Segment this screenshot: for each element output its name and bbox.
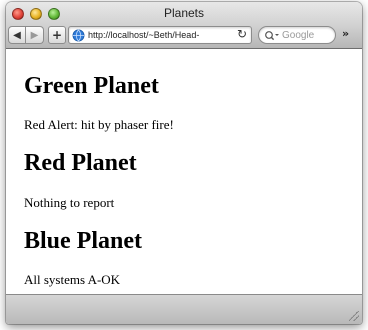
heading-blue-planet: Blue Planet — [24, 228, 142, 254]
reload-icon[interactable]: ↻ — [237, 27, 247, 41]
page-content: Green Planet Red Alert: hit by phaser fi… — [6, 50, 362, 294]
window-title: Planets — [163, 6, 205, 20]
search-icon — [265, 30, 279, 40]
globe-icon — [72, 29, 85, 41]
resize-grip-icon[interactable] — [349, 311, 359, 321]
search-field[interactable]: Google — [258, 26, 336, 44]
status-bar — [6, 294, 362, 324]
heading-green-planet: Green Planet — [24, 73, 159, 99]
browser-window: Planets ◀ ▶ + http://localhost/~Beth/Hea… — [6, 2, 362, 324]
text-blue-planet: All systems A-OK — [24, 272, 121, 287]
heading-red-planet: Red Planet — [24, 150, 137, 176]
forward-button[interactable]: ▶ — [26, 26, 44, 44]
add-bookmark-button[interactable]: + — [48, 26, 66, 44]
text-green-planet: Red Alert: hit by phaser fire! — [24, 117, 174, 132]
text-red-planet: Nothing to report — [24, 195, 115, 210]
forward-arrow-icon: ▶ — [30, 29, 39, 41]
search-placeholder: Google — [282, 29, 315, 41]
plus-icon: + — [51, 28, 63, 42]
overflow-chevron-icon[interactable]: » — [342, 27, 349, 40]
url-text: http://localhost/~Beth/Head- — [88, 30, 200, 40]
title-bar: Planets ◀ ▶ + http://localhost/~Beth/Hea… — [6, 2, 362, 49]
address-bar[interactable]: http://localhost/~Beth/Head- ↻ — [68, 26, 252, 44]
back-button[interactable]: ◀ — [8, 26, 26, 44]
back-arrow-icon: ◀ — [13, 29, 21, 41]
